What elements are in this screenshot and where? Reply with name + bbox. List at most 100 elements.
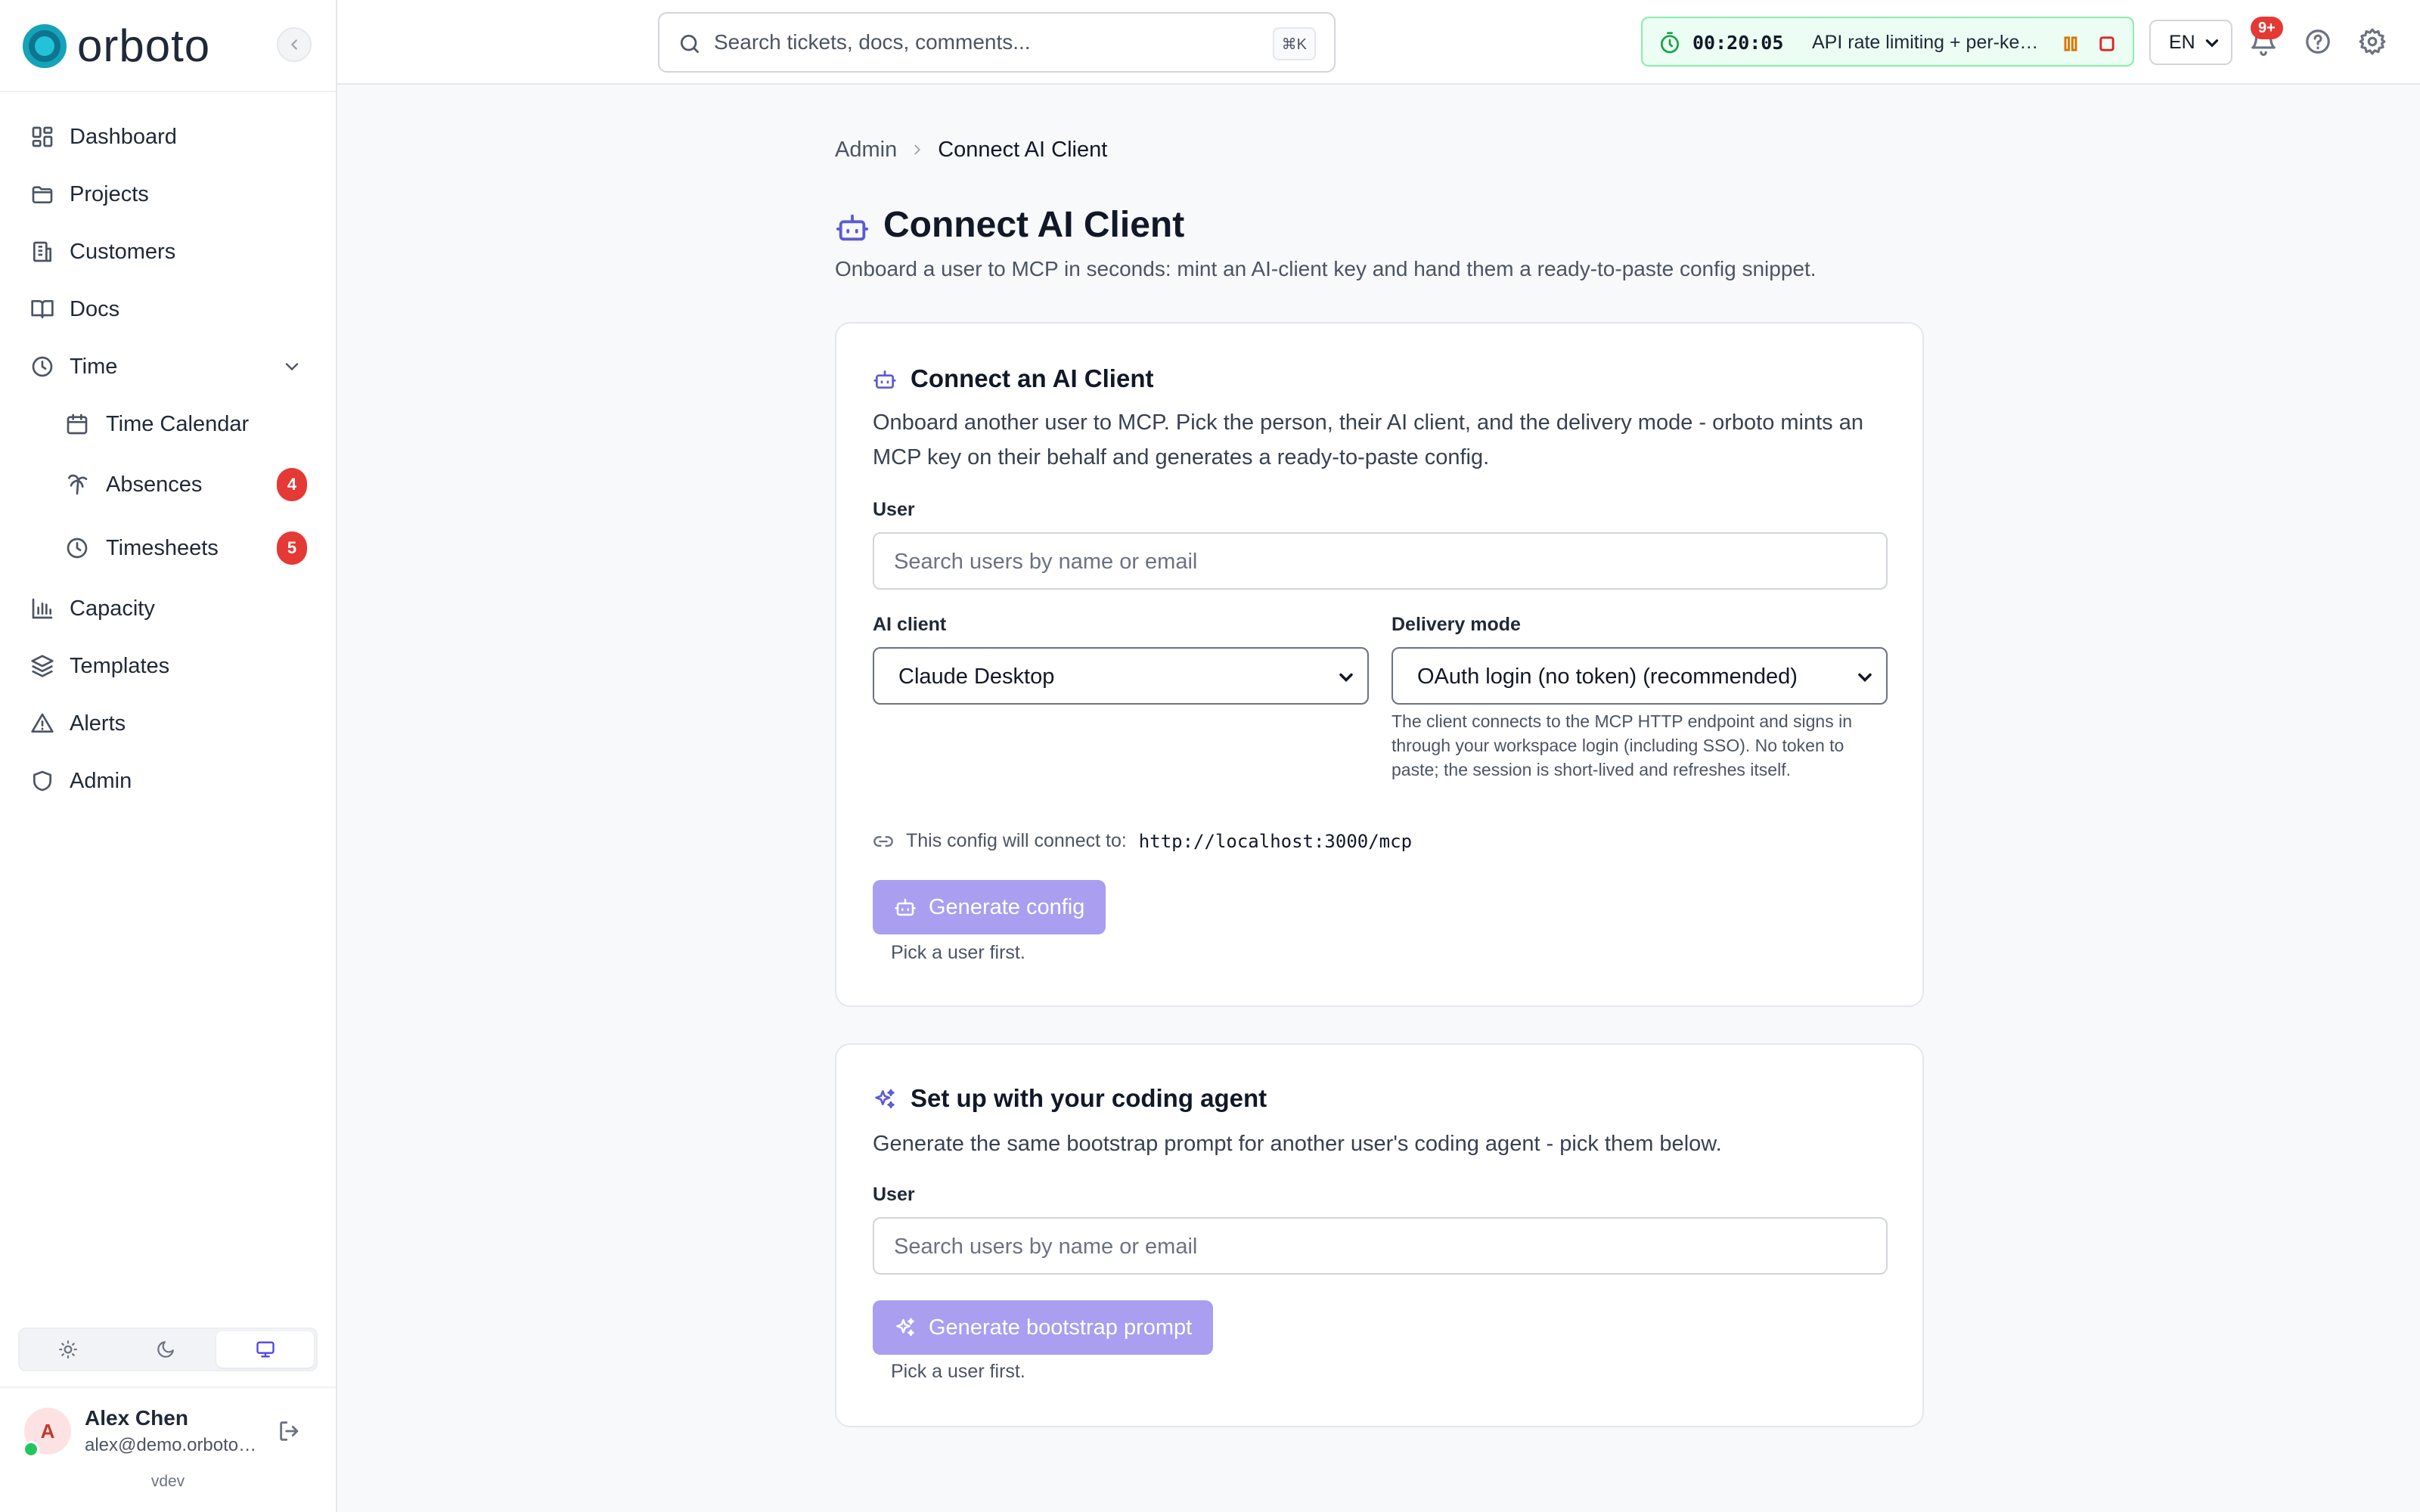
agent-user-search-input[interactable]: Search users by name or email	[873, 1217, 1888, 1275]
clock-icon	[67, 538, 88, 559]
sidebar-item-label: Capacity	[70, 596, 155, 621]
chevron-down-icon	[1339, 673, 1353, 682]
user-field-label: User	[873, 499, 915, 520]
global-search-input[interactable]: Search tickets, docs, comments... ⌘K	[658, 12, 1336, 73]
chevron-down-icon	[2205, 39, 2219, 48]
chevron-down-icon	[285, 363, 299, 371]
language-select[interactable]: EN	[2149, 20, 2232, 65]
mcp-endpoint-url: http://localhost:3000/mcp	[1138, 830, 1413, 852]
button-label: Generate config	[929, 894, 1085, 919]
sidebar-item-time[interactable]: Time	[18, 343, 318, 390]
orboto-logo-icon	[23, 24, 67, 68]
select-value: Claude Desktop	[898, 665, 1055, 689]
select-value: OAuth login (no token) (recommended)	[1417, 665, 1798, 689]
bar-chart-icon	[32, 598, 53, 619]
sidebar-item-alerts[interactable]: Alerts	[18, 700, 318, 747]
timesheets-count-badge: 5	[277, 531, 307, 565]
absences-count-badge: 4	[277, 468, 307, 501]
moon-icon	[157, 1341, 174, 1358]
sidebar: orboto Dashboard Projects Customers Docs…	[0, 0, 337, 1512]
generate-config-hint: Pick a user first.	[891, 942, 1025, 963]
notifications-badge: 9+	[2251, 17, 2283, 39]
breadcrumb-admin-link[interactable]: Admin	[835, 138, 897, 163]
sidebar-item-docs[interactable]: Docs	[18, 286, 318, 333]
theme-dark-button[interactable]	[117, 1329, 215, 1370]
connect-ai-client-card: Connect an AI Client Onboard another use…	[835, 322, 1924, 1007]
sparkles-icon	[875, 1089, 895, 1108]
chevron-left-icon	[291, 39, 297, 50]
sparkles-icon	[896, 1318, 914, 1337]
sidebar-item-templates[interactable]: Templates	[18, 643, 318, 689]
running-timer[interactable]: 00:20:05 API rate limiting + per-key quo…	[1641, 17, 2134, 67]
bot-icon	[873, 370, 896, 389]
collapse-sidebar-button[interactable]	[277, 27, 312, 62]
card-title: Connect an AI Client	[911, 364, 1154, 392]
stopwatch-icon	[1661, 32, 1679, 54]
dashboard-icon	[32, 126, 53, 147]
pause-icon[interactable]	[2060, 33, 2081, 54]
sidebar-item-capacity[interactable]: Capacity	[18, 585, 318, 632]
timer-elapsed: 00:20:05	[1692, 32, 1784, 54]
palm-tree-icon	[68, 474, 88, 495]
input-placeholder: Search users by name or email	[894, 550, 1198, 574]
alert-triangle-icon	[31, 713, 54, 733]
logout-icon[interactable]	[277, 1418, 302, 1444]
sidebar-item-admin[interactable]: Admin	[18, 758, 318, 804]
breadcrumb: Admin Connect AI Client	[835, 136, 1107, 163]
delivery-mode-select[interactable]: OAuth login (no token) (recommended)	[1392, 647, 1888, 705]
book-icon	[31, 300, 54, 318]
generate-bootstrap-prompt-button[interactable]: Generate bootstrap prompt	[873, 1300, 1214, 1355]
clock-icon	[32, 356, 53, 377]
theme-light-button[interactable]	[20, 1329, 117, 1370]
monitor-icon	[256, 1341, 275, 1358]
theme-system-button[interactable]	[216, 1331, 315, 1368]
button-label: Generate bootstrap prompt	[929, 1315, 1193, 1340]
delivery-mode-help: The client connects to the MCP HTTP endp…	[1392, 711, 1852, 779]
sun-icon	[59, 1340, 78, 1359]
app-version: vdev	[150, 1473, 185, 1490]
generate-prompt-hint: Pick a user first.	[891, 1361, 1025, 1382]
gear-icon[interactable]	[2358, 27, 2387, 56]
user-search-input[interactable]: Search users by name or email	[873, 532, 1888, 590]
divider	[0, 91, 336, 92]
online-status-dot	[23, 1441, 39, 1458]
sidebar-item-label: Time Calendar	[106, 411, 250, 436]
sidebar-item-customers[interactable]: Customers	[18, 228, 318, 275]
user-email: alex@demo.orboto.io	[85, 1435, 257, 1455]
page-subtitle: Onboard a user to MCP in seconds: mint a…	[835, 257, 1817, 280]
sidebar-item-label: Customers	[70, 239, 176, 264]
search-placeholder: Search tickets, docs, comments...	[714, 30, 1031, 54]
sidebar-item-label: Docs	[70, 296, 120, 321]
search-icon	[681, 35, 699, 53]
stop-icon[interactable]	[2096, 33, 2118, 54]
card-description: Onboard another user to MCP. Pick the pe…	[873, 411, 1863, 469]
building-icon	[33, 241, 51, 262]
sidebar-item-absences[interactable]: Absences 4	[18, 461, 318, 508]
page-title: Connect AI Client	[883, 205, 1185, 245]
search-shortcut: ⌘K	[1272, 27, 1316, 60]
sidebar-item-label: Timesheets	[106, 535, 219, 560]
ai-client-label: AI client	[873, 614, 947, 635]
help-icon[interactable]	[2304, 27, 2332, 56]
sidebar-item-label: Time	[70, 354, 118, 379]
bot-icon	[895, 898, 916, 916]
theme-switcher	[18, 1328, 318, 1371]
link-icon	[873, 835, 893, 847]
sidebar-item-dashboard[interactable]: Dashboard	[18, 113, 318, 160]
language-value: EN	[2169, 31, 2195, 53]
layers-icon	[31, 655, 54, 677]
sidebar-item-label: Templates	[70, 653, 170, 678]
sidebar-item-timesheets[interactable]: Timesheets 5	[18, 525, 318, 572]
sidebar-item-time-calendar[interactable]: Time Calendar	[18, 401, 318, 448]
card-title: Set up with your coding agent	[911, 1084, 1267, 1112]
sidebar-item-projects[interactable]: Projects	[18, 171, 318, 218]
sidebar-item-label: Absences	[106, 472, 203, 497]
user-field-label: User	[873, 1184, 915, 1205]
brand[interactable]: orboto	[23, 23, 210, 70]
ai-client-select[interactable]: Claude Desktop	[873, 647, 1369, 705]
input-placeholder: Search users by name or email	[894, 1235, 1198, 1259]
generate-config-button[interactable]: Generate config	[873, 880, 1106, 934]
connect-label: This config will connect to:	[906, 830, 1127, 851]
delivery-mode-label: Delivery mode	[1392, 614, 1521, 635]
brand-name: orboto	[77, 20, 211, 71]
